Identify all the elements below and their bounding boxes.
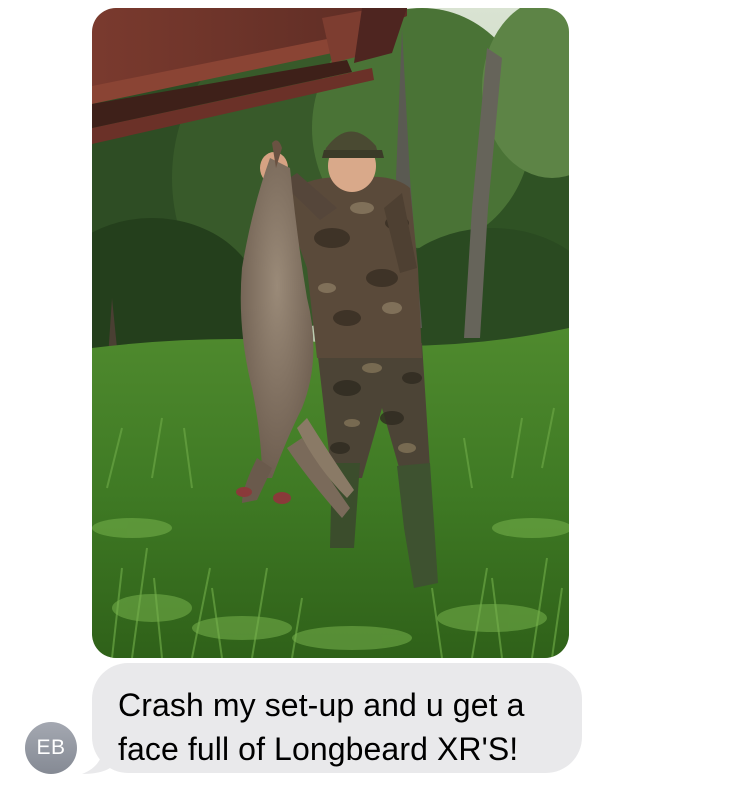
photo-image	[92, 8, 569, 658]
photo-attachment[interactable]	[92, 8, 569, 658]
message-line-2: face full of Longbeard XR'S!	[118, 731, 519, 767]
message-bubble[interactable]: Crash my set-up and u get a face full of…	[92, 663, 582, 773]
message-thread: Crash my set-up and u get a face full of…	[0, 0, 750, 795]
message-line-1: Crash my set-up and u get a	[118, 687, 525, 723]
sender-avatar[interactable]: EB	[25, 722, 77, 774]
avatar-initials: EB	[36, 736, 66, 759]
message-text: Crash my set-up and u get a face full of…	[118, 683, 558, 771]
